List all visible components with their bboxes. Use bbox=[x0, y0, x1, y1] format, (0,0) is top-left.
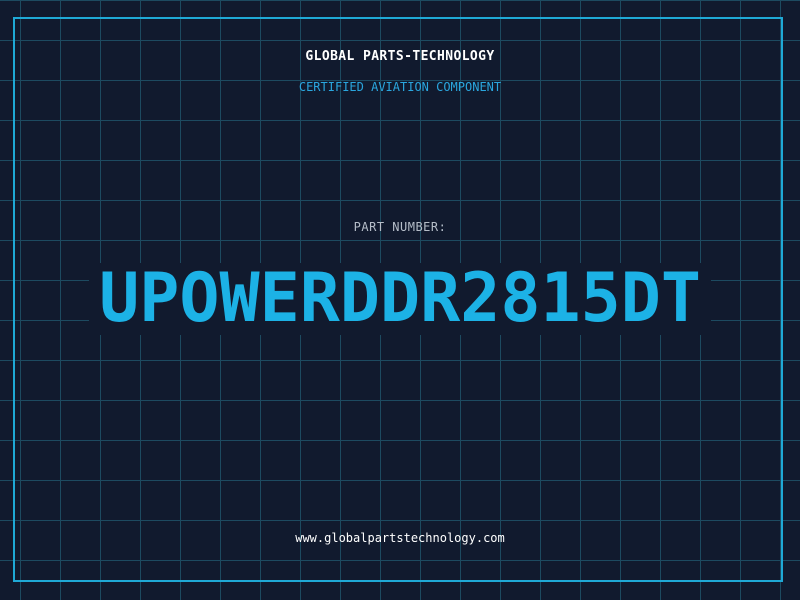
part-number-value: UPOWERDDR2815DT bbox=[99, 259, 701, 338]
part-number-container: UPOWERDDR2815DT bbox=[0, 263, 800, 335]
label-canvas: GLOBAL PARTS-TECHNOLOGY CERTIFIED AVIATI… bbox=[0, 0, 800, 600]
part-number-backdrop: UPOWERDDR2815DT bbox=[88, 259, 712, 338]
website-url: www.globalpartstechnology.com bbox=[295, 531, 505, 545]
company-name: GLOBAL PARTS-TECHNOLOGY bbox=[305, 49, 495, 64]
certification-subtitle: CERTIFIED AVIATION COMPONENT bbox=[298, 80, 502, 94]
part-number-label: PART NUMBER: bbox=[353, 220, 447, 234]
